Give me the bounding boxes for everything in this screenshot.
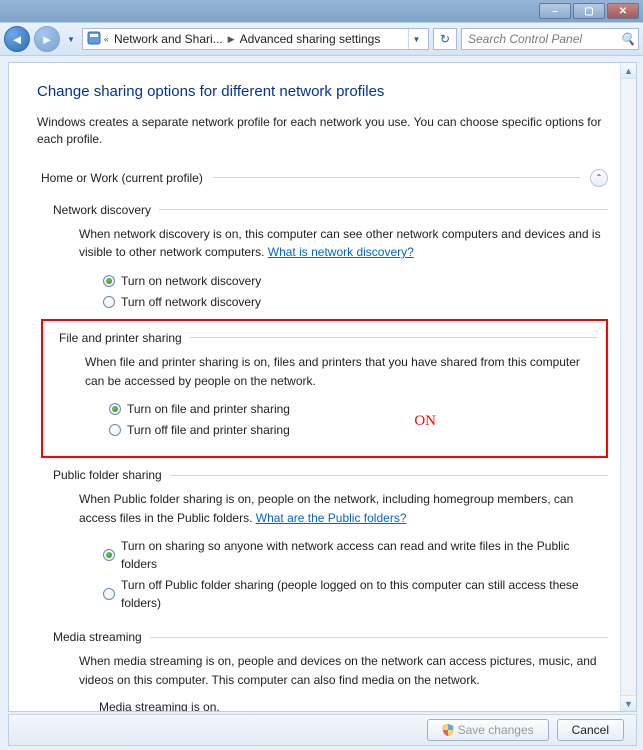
save-changes-label: Save changes <box>458 723 534 737</box>
divider <box>170 475 608 476</box>
file-printer-description: When file and printer sharing is on, fil… <box>85 353 598 390</box>
section-header-file-printer: File and printer sharing <box>59 331 598 345</box>
collapse-profile-button[interactable]: ⌃ <box>590 169 608 187</box>
radio-public-folder-off[interactable]: Turn off Public folder sharing (people l… <box>103 576 608 612</box>
link-what-is-network-discovery[interactable]: What is network discovery? <box>268 245 414 259</box>
media-streaming-description: When media streaming is on, people and d… <box>79 652 608 689</box>
radio-label: Turn off Public folder sharing (people l… <box>121 576 608 612</box>
title-bar: – ▢ ✕ <box>0 0 643 22</box>
content-wrap: Change sharing options for different net… <box>8 62 637 712</box>
profile-header-label: Home or Work (current profile) <box>41 171 203 185</box>
radio-label: Turn on network discovery <box>121 272 261 290</box>
refresh-button[interactable]: ↻ <box>433 28 457 50</box>
radio-file-printer-on[interactable]: Turn on file and printer sharing <box>109 400 598 418</box>
network-discovery-radio-group: Turn on network discovery Turn off netwo… <box>103 272 608 311</box>
address-dropdown[interactable]: ▼ <box>408 28 424 50</box>
section-title-file-printer: File and printer sharing <box>59 331 182 345</box>
breadcrumb-prev-icon[interactable]: « <box>104 34 109 44</box>
annotation-on: ON <box>414 413 436 430</box>
recent-dropdown[interactable]: ▼ <box>64 35 78 44</box>
media-streaming-status: Media streaming is on. <box>99 700 608 711</box>
radio-icon <box>103 588 115 600</box>
divider <box>213 177 580 178</box>
content-area: Change sharing options for different net… <box>9 63 636 711</box>
forward-button[interactable]: ► <box>34 26 60 52</box>
radio-icon <box>103 549 115 561</box>
minimize-button[interactable]: – <box>539 3 571 19</box>
divider <box>159 209 608 210</box>
section-header-network-discovery: Network discovery <box>53 203 608 217</box>
control-panel-icon <box>87 31 101 48</box>
profile-header-row: Home or Work (current profile) ⌃ <box>37 169 608 193</box>
scroll-up-arrow-icon[interactable]: ▲ <box>621 63 636 79</box>
section-header-public-folder: Public folder sharing <box>53 468 608 482</box>
radio-label: Turn on file and printer sharing <box>127 400 290 418</box>
radio-label: Turn off network discovery <box>121 293 261 311</box>
radio-public-folder-on[interactable]: Turn on sharing so anyone with network a… <box>103 537 608 573</box>
radio-icon <box>109 403 121 415</box>
radio-label: Turn on sharing so anyone with network a… <box>121 537 608 573</box>
breadcrumb-item-advanced[interactable]: Advanced sharing settings <box>238 32 383 46</box>
radio-label: Turn off file and printer sharing <box>127 421 290 439</box>
section-title-network-discovery: Network discovery <box>53 203 151 217</box>
back-button[interactable]: ◄ <box>4 26 30 52</box>
highlight-file-printer-sharing: File and printer sharing When file and p… <box>41 319 608 458</box>
search-input[interactable]: Search Control Panel 🔍 <box>461 28 639 50</box>
page-title: Change sharing options for different net… <box>37 83 608 100</box>
divider <box>190 337 598 338</box>
address-bar[interactable]: « Network and Shari... ▶ Advanced sharin… <box>82 28 429 50</box>
breadcrumb-item-network[interactable]: Network and Shari... <box>112 32 225 46</box>
link-what-are-public-folders[interactable]: What are the Public folders? <box>256 511 407 525</box>
radio-file-printer-off[interactable]: Turn off file and printer sharing <box>109 421 598 439</box>
section-title-public-folder: Public folder sharing <box>53 468 162 482</box>
radio-network-discovery-off[interactable]: Turn off network discovery <box>103 293 608 311</box>
cancel-button[interactable]: Cancel <box>557 719 624 741</box>
vertical-scrollbar[interactable]: ▲ ▼ <box>620 63 636 711</box>
radio-icon <box>103 296 115 308</box>
section-title-media-streaming: Media streaming <box>53 630 142 644</box>
divider <box>150 637 608 638</box>
save-changes-button[interactable]: Save changes <box>427 719 549 741</box>
scroll-down-arrow-icon[interactable]: ▼ <box>621 695 636 711</box>
search-placeholder: Search Control Panel <box>468 32 582 46</box>
media-streaming-status-block: Media streaming is on. Choose media stre… <box>99 700 608 711</box>
section-header-media-streaming: Media streaming <box>53 630 608 644</box>
radio-network-discovery-on[interactable]: Turn on network discovery <box>103 272 608 290</box>
radio-icon <box>109 424 121 436</box>
network-discovery-description: When network discovery is on, this compu… <box>79 225 608 262</box>
radio-icon <box>103 275 115 287</box>
uac-shield-icon <box>442 724 454 736</box>
button-bar: Save changes Cancel <box>8 714 637 746</box>
page-intro: Windows creates a separate network profi… <box>37 114 608 149</box>
breadcrumb-separator-icon: ▶ <box>228 34 235 45</box>
public-folder-description: When Public folder sharing is on, people… <box>79 490 608 527</box>
close-button[interactable]: ✕ <box>607 3 639 19</box>
search-icon[interactable]: 🔍 <box>620 32 634 46</box>
maximize-button[interactable]: ▢ <box>573 3 605 19</box>
public-folder-radio-group: Turn on sharing so anyone with network a… <box>103 537 608 612</box>
navigation-bar: ◄ ► ▼ « Network and Shari... ▶ Advanced … <box>0 22 643 56</box>
file-printer-radio-group: Turn on file and printer sharing Turn of… <box>109 400 598 439</box>
cancel-label: Cancel <box>572 723 609 737</box>
